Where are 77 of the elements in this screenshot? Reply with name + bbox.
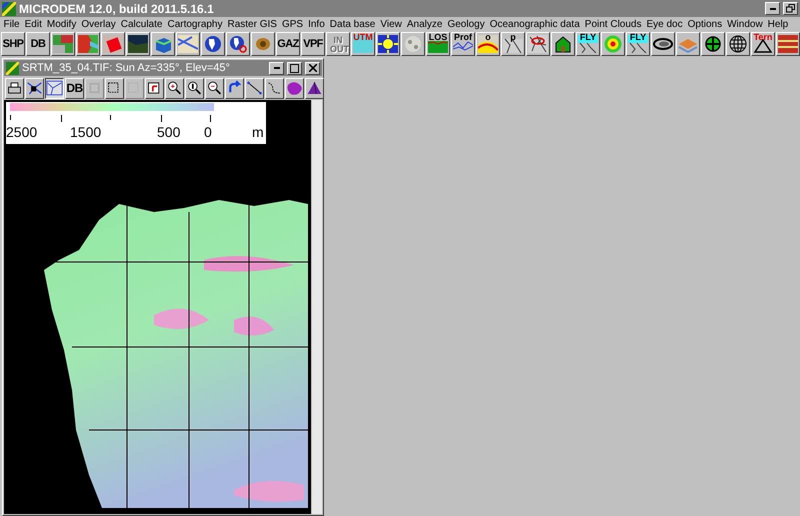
toolbar-button[interactable]: FLY [626,32,650,56]
toolbar-button[interactable]: LOS [426,32,450,56]
toolbar-button[interactable]: SHP [1,32,25,56]
menu-item[interactable]: Oceanographic data [487,19,582,30]
menu-item[interactable]: Geology [444,19,488,30]
toolbar-button[interactable]: DB [65,78,84,98]
tilted-square-icon [103,35,123,54]
menu-item[interactable]: Calculate [118,19,165,30]
pyramid-icon [306,79,323,97]
toolbar-button[interactable]: VPF [301,32,325,56]
legend-label: 0 [204,124,212,140]
globe-query-icon [228,35,248,54]
terrain-map-icon [78,35,98,54]
close-button[interactable] [305,62,320,74]
folded-layers-icon [478,35,498,54]
menu-item[interactable]: Analyze [404,19,445,30]
menu-item[interactable]: Cartography [164,19,225,30]
menu-item[interactable]: Eye doc [644,19,686,30]
menu-item[interactable]: Raster GIS [225,19,280,30]
moon-icon [403,35,423,54]
minimize-icon [274,67,280,69]
house-icon [553,35,573,54]
toolbar-button[interactable]: DB [26,32,50,56]
menu-item[interactable]: View [378,19,404,30]
satellite-image-icon [128,35,148,54]
sun-icon [378,35,398,54]
toolbar-button[interactable] [45,78,64,98]
window-title: MICRODEM 12.0, build 2011.5.16.1 [19,2,215,16]
panel-icon [353,35,373,54]
fractured-rock-icon [528,35,548,54]
legend-label: 1500 [70,124,102,140]
map-lines-icon [178,35,198,54]
map-thumbnail-icon [53,35,73,54]
toolbar-button[interactable]: GAZ [276,32,300,56]
legend-unit: m [252,124,264,140]
crosshair-icon [703,35,723,54]
scrollbar[interactable] [311,100,322,514]
menu-item[interactable]: Help [765,19,791,30]
menu-item[interactable]: Edit [22,19,44,30]
brick-icon [778,35,798,54]
fly-over-icon [578,35,598,54]
target-icon [603,35,623,54]
minimize-button[interactable] [269,62,284,74]
restore-icon [786,4,795,14]
minimize-icon [770,8,776,10]
menu-item[interactable]: GPS [279,19,306,30]
minimize-button[interactable] [765,2,780,16]
globe-icon [203,35,223,54]
fly-over-icon [628,35,648,54]
toolbar-button[interactable]: o [476,32,500,56]
menu-item[interactable]: Options [685,19,725,30]
menu-item[interactable]: File [1,19,22,30]
toolbar-button[interactable]: FLY [576,32,600,56]
wire-globe-icon [728,35,748,54]
zoom-in-icon [166,79,183,97]
map-window-logo-icon [6,62,19,74]
maximize-button[interactable] [287,62,302,74]
maximize-icon [290,64,299,72]
toolbar-button[interactable]: p [501,32,525,56]
legend-label: 500 [157,124,180,140]
map-window-title: SRTM_35_04.TIF: Sun Az=335°, Elev=45° [22,62,231,74]
menu-item[interactable]: Point Clouds [582,19,644,30]
cube-icon [153,35,173,54]
toolbar-button[interactable]: Prof [451,32,475,56]
menu-item[interactable]: Window [724,19,766,30]
menu-item[interactable]: Modify [44,19,79,30]
line-measure-icon [246,79,263,97]
menu-item[interactable]: Data base [327,19,378,30]
app-logo-icon [2,2,16,16]
route-map-icon [46,79,63,97]
zoom-info-icon [186,79,203,97]
zoom-out-icon [206,79,223,97]
menu-item[interactable]: Overlay [78,19,118,30]
restore-button[interactable] [783,2,798,16]
menu-item[interactable]: Info [306,19,328,30]
legend-label: 2500 [6,124,38,140]
close-icon [308,64,316,72]
